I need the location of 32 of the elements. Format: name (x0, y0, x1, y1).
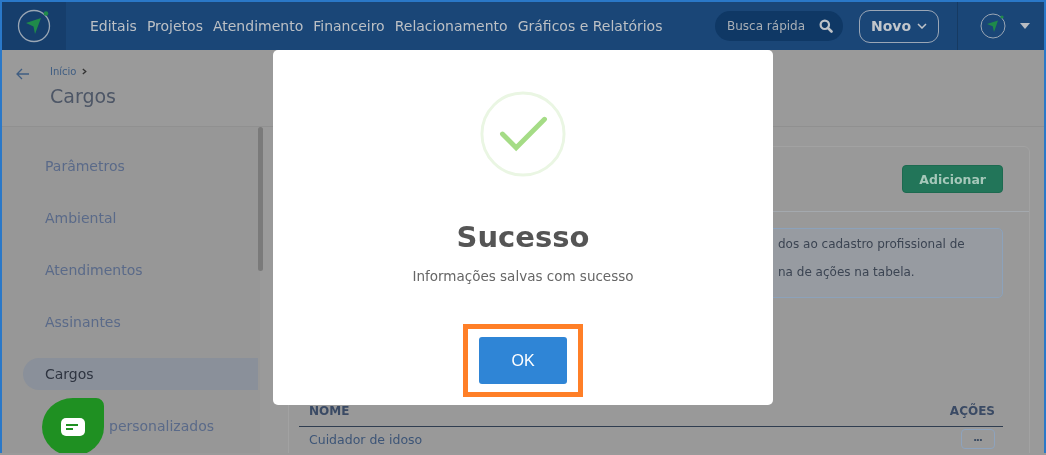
ok-button[interactable]: OK (479, 337, 567, 384)
chevron-right-icon (82, 68, 88, 75)
logo-box[interactable] (2, 2, 66, 50)
nav-link[interactable]: Editais (90, 18, 137, 34)
scrollbar[interactable] (258, 127, 263, 271)
more-button[interactable]: ••• (961, 429, 995, 449)
new-button[interactable]: Novo (859, 9, 939, 43)
dialog-title: Sucesso (456, 220, 590, 254)
breadcrumb-link[interactable]: Início (50, 66, 77, 77)
page-title: Cargos (50, 85, 116, 107)
nav-link[interactable]: Projetos (146, 18, 203, 34)
dialog-message: Informações salvas com sucesso (412, 268, 634, 284)
caret-icon (1020, 23, 1030, 29)
table-cell: Cuidador de idoso (309, 431, 423, 447)
search-field[interactable]: Busca rápida (715, 11, 843, 41)
nav-link[interactable]: Financeiro (313, 18, 385, 34)
info-text: dos ao cadastro profissional de (778, 237, 965, 251)
search-icon (819, 19, 833, 33)
avatar-icon (980, 13, 1006, 39)
info-text: na de ações na tabela. (778, 265, 915, 279)
nav-link[interactable]: Relacionamento (394, 18, 508, 34)
column-header: NOME (309, 404, 350, 420)
column-header: AÇÕES (949, 404, 995, 420)
add-button[interactable]: Adicionar (902, 165, 1003, 193)
nav-link[interactable]: Atendimento (212, 18, 304, 34)
chevron-down-icon (917, 23, 928, 29)
checkmark-icon (479, 90, 567, 178)
back-arrow-icon[interactable] (16, 68, 30, 80)
chat-icon (61, 418, 85, 436)
logo-icon (17, 9, 51, 43)
nav-link[interactable]: Gráficos e Relatórios (517, 18, 663, 34)
sidebar-item[interactable]: Cargos (23, 358, 258, 390)
